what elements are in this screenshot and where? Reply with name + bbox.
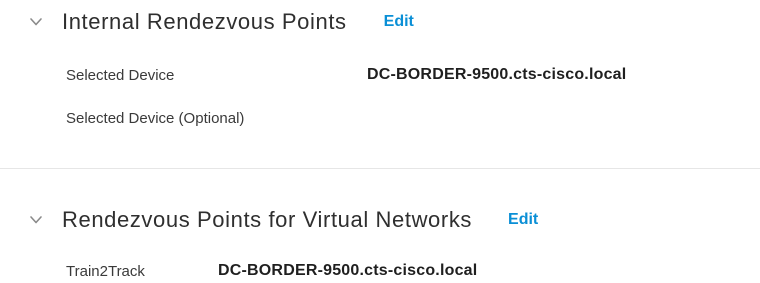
section-title: Rendezvous Points for Virtual Networks	[62, 207, 473, 232]
chevron-down-icon[interactable]	[28, 212, 44, 228]
selected-device-label: Selected Device	[66, 67, 175, 84]
edit-button[interactable]: Edit	[384, 13, 414, 31]
section-title: Internal Rendezvous Points	[62, 9, 347, 34]
section-header-internal-rendezvous-points[interactable]: Internal Rendezvous Points Edit	[28, 8, 414, 36]
section-divider	[0, 168, 760, 169]
edit-button[interactable]: Edit	[508, 211, 538, 229]
selected-device-value: DC-BORDER-9500.cts-cisco.local	[367, 66, 627, 83]
virtual-network-label: Train2Track	[66, 263, 145, 280]
virtual-network-device-value: DC-BORDER-9500.cts-cisco.local	[218, 262, 478, 279]
chevron-down-icon[interactable]	[28, 14, 44, 30]
selected-device-optional-label: Selected Device (Optional)	[66, 110, 245, 127]
section-header-rendezvous-points-for-virtual-networks[interactable]: Rendezvous Points for Virtual Networks E…	[28, 206, 538, 234]
